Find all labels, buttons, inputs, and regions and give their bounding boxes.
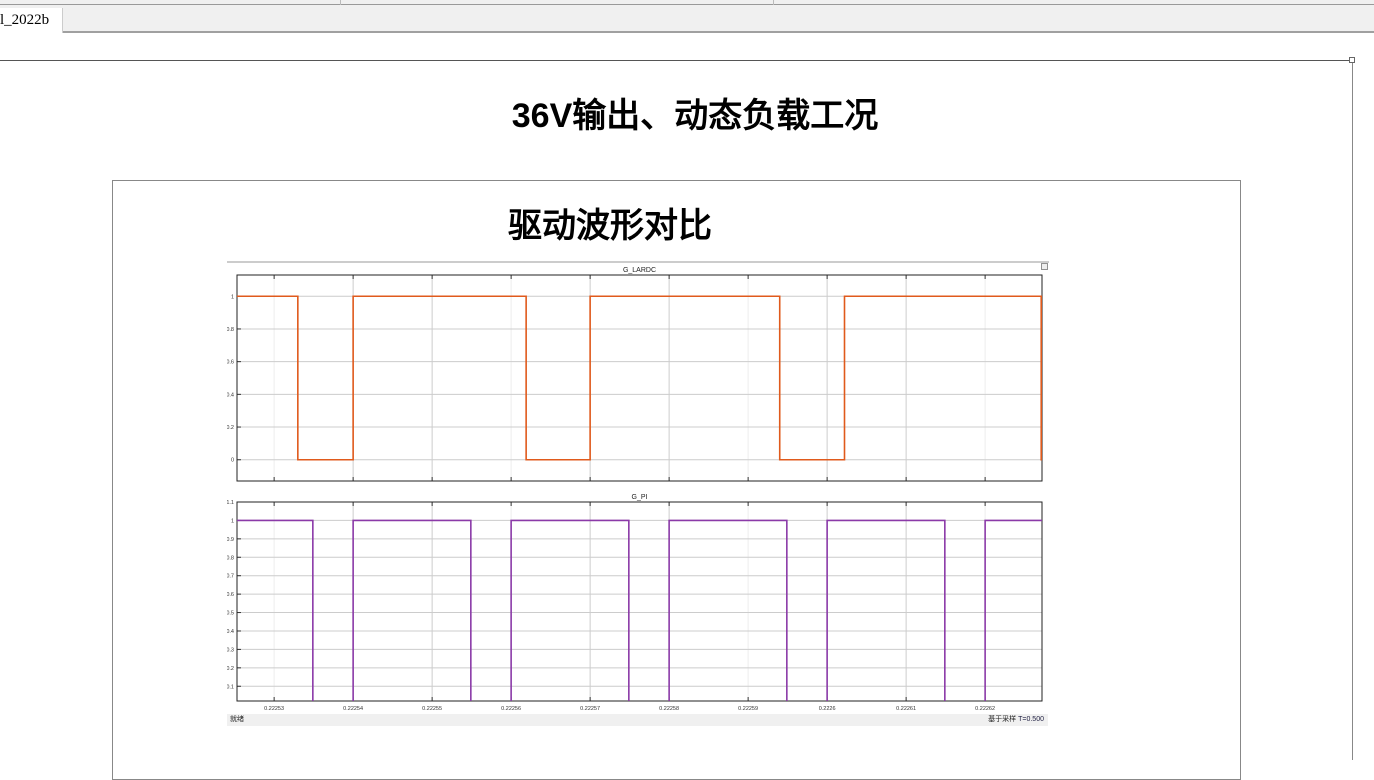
- y-tick-label: 0.2: [227, 425, 234, 431]
- y-tick-label: 0.7: [227, 574, 234, 580]
- y-tick-label: 0.4: [227, 392, 234, 398]
- status-mode: 基于采样: [988, 716, 1017, 723]
- y-tick-label: 0.3: [227, 647, 234, 653]
- figure-subtitle: 驱动波形对比: [508, 207, 712, 245]
- y-tick-label: 0.8: [227, 327, 234, 333]
- y-tick-label: 1: [231, 294, 234, 300]
- x-tick-label: 0.22259: [738, 706, 758, 712]
- x-tick-label: 0.22261: [896, 706, 916, 712]
- scope-plot[interactable]: G_LARDC 0 0.2 0.4 0.6 0.8 1 G_PI 0.22253 0.22254 0…: [227, 260, 1049, 715]
- plot-background: [237, 275, 1042, 481]
- y-tick-label: 1.1: [227, 500, 234, 506]
- plot-title: G_PI: [632, 494, 648, 501]
- page-border-top: [0, 60, 1352, 61]
- resize-handle[interactable]: [1349, 57, 1355, 63]
- y-tick-label: 0.9: [227, 537, 234, 543]
- y-tick-label: 1: [231, 518, 234, 524]
- page-border-right: [1352, 60, 1353, 760]
- y-tick-label: 0.4: [227, 629, 234, 635]
- x-tick-label: 0.22258: [659, 706, 679, 712]
- y-tick-label: 0.6: [227, 592, 234, 598]
- plot-title: G_LARDC: [623, 267, 656, 274]
- y-tick-label: 0.8: [227, 555, 234, 561]
- page-title: 36V输出、动态负载工况: [511, 97, 879, 135]
- x-tick-label: 0.22253: [264, 706, 284, 712]
- expand-icon[interactable]: [1041, 263, 1048, 270]
- x-tick-label: 0.22255: [422, 706, 442, 712]
- x-tick-label: 0.22262: [975, 706, 995, 712]
- x-tick-label: 0.22257: [580, 706, 600, 712]
- x-tick-label: 0.22256: [501, 706, 521, 712]
- tab-bar: l_2022b: [0, 5, 1374, 33]
- y-tick-label: 0.6: [227, 360, 234, 366]
- x-tick-label: 0.22254: [343, 706, 363, 712]
- y-tick-label: 0.5: [227, 611, 234, 617]
- y-tick-label: 0.1: [227, 684, 234, 690]
- tab-document[interactable]: l_2022b: [0, 8, 63, 33]
- y-tick-label: 0.2: [227, 666, 234, 672]
- status-ready: 就绪: [230, 716, 244, 723]
- scope-status-bar: 就绪 基于采样 T=0.500: [227, 714, 1048, 726]
- plot-background: [237, 502, 1042, 701]
- x-tick-label: 0.2226: [819, 706, 836, 712]
- y-tick-label: 0: [231, 458, 234, 464]
- status-time: T=0.500: [1018, 716, 1044, 723]
